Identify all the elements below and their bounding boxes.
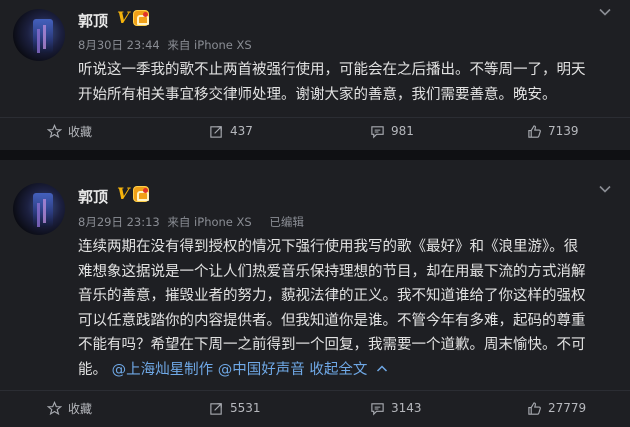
favorite-button[interactable]: 收藏	[47, 396, 92, 420]
favorite-label: 收藏	[68, 124, 93, 139]
like-count: 27779	[548, 401, 587, 415]
post-meta: 8月30日 23:44 来自 iPhone XS	[78, 37, 256, 53]
post-text-line: 可以任意践踏你的内容提供者。但我知道你是谁。不管今年有多难，起码的尊重	[78, 312, 586, 329]
username[interactable]: 郭顶	[78, 10, 108, 31]
comment-count: 3143	[391, 401, 422, 415]
post-text-tail: 能。	[78, 361, 107, 378]
vip-crown-icon	[133, 10, 149, 26]
post-text-line: 不能有吗？希望在下周一之前得到一个回复，我需要一个道歉。周末愉快。不可	[78, 337, 586, 353]
collapse-label: 收起全文	[309, 361, 368, 378]
mention-link[interactable]: @中国好声音	[218, 362, 305, 378]
repost-icon	[210, 402, 222, 415]
post-text-line: 连续两期在没有得到授权的情况下强行使用我写的歌《最好》和《浪里游》。很	[78, 239, 579, 255]
star-icon	[47, 400, 62, 415]
user-avatar[interactable]	[13, 9, 65, 61]
repost-button[interactable]: 437	[209, 119, 253, 143]
post-date[interactable]: 8月30日 23:44	[78, 38, 160, 52]
repost-icon	[210, 125, 222, 138]
post-text: 听说这一季我的歌不止两首被强行使用，可能会在之后播出。不等周一了，明天 开始所有…	[78, 58, 618, 107]
favorite-label: 收藏	[68, 401, 93, 416]
edited-label[interactable]: 已编辑	[269, 215, 304, 229]
chevron-down-icon[interactable]	[598, 182, 612, 196]
like-button[interactable]: 7139	[527, 119, 579, 143]
weibo-post: 郭顶 V 8月29日 23:13 来自 iPhone XS 已编辑 连续两期在没…	[0, 160, 630, 427]
post-text-line: 开始所有相关事宜移交律师处理。谢谢大家的善意，我们需要善意。晚安。	[78, 86, 557, 103]
divider	[0, 390, 630, 391]
username[interactable]: 郭顶	[78, 186, 108, 207]
collapse-text-link[interactable]: 收起全文	[309, 362, 388, 378]
post-source: 来自 iPhone XS	[167, 38, 252, 52]
vip-crown-icon	[133, 186, 149, 202]
post-meta: 8月29日 23:13 来自 iPhone XS 已编辑	[78, 214, 308, 230]
post-source: 来自 iPhone XS	[167, 215, 252, 229]
post-text-line: 难想象这据说是一个让人们热爱音乐保持理想的节目，却在用最下流的方式消解	[78, 263, 586, 280]
thumbs-up-icon	[528, 401, 541, 415]
comment-button[interactable]: 981	[370, 119, 414, 143]
mention-link[interactable]: @上海灿星制作	[112, 362, 214, 378]
post-separator	[0, 150, 630, 160]
action-bar: 收藏 5531 3143 27779	[0, 396, 630, 420]
verified-badge-icon: V	[117, 184, 130, 203]
comment-count: 981	[391, 124, 414, 138]
repost-button[interactable]: 5531	[209, 396, 261, 420]
divider	[0, 117, 630, 118]
weibo-post: 郭顶 V 8月30日 23:44 来自 iPhone XS 听说这一季我的歌不止…	[0, 0, 630, 150]
like-button[interactable]: 27779	[527, 396, 586, 420]
comment-button[interactable]: 3143	[370, 396, 422, 420]
post-text: 连续两期在没有得到授权的情况下强行使用我写的歌《最好》和《浪里游》。很 难想象这…	[78, 235, 618, 382]
star-icon	[47, 123, 62, 138]
comment-icon	[371, 125, 384, 138]
thumbs-up-icon	[528, 124, 541, 138]
comment-icon	[371, 402, 384, 415]
post-text-line: 音乐的善意，摧毁业者的努力，藐视法律的正义。我不知道谁给了你这样的强权	[78, 288, 586, 304]
action-bar: 收藏 437 981 7139	[0, 119, 630, 143]
repost-count: 5531	[230, 401, 261, 415]
like-count: 7139	[548, 124, 579, 138]
favorite-button[interactable]: 收藏	[47, 119, 92, 143]
chevron-down-icon[interactable]	[598, 5, 612, 19]
verified-badge-icon: V	[117, 8, 130, 27]
repost-count: 437	[230, 124, 253, 138]
post-text-line: 能。 @上海灿星制作 @中国好声音 收起全文	[78, 358, 618, 383]
post-text-line: 听说这一季我的歌不止两首被强行使用，可能会在之后播出。不等周一了，明天	[78, 62, 586, 78]
chevron-up-icon	[376, 364, 387, 372]
user-avatar[interactable]	[13, 183, 65, 235]
post-date[interactable]: 8月29日 23:13	[78, 215, 160, 229]
